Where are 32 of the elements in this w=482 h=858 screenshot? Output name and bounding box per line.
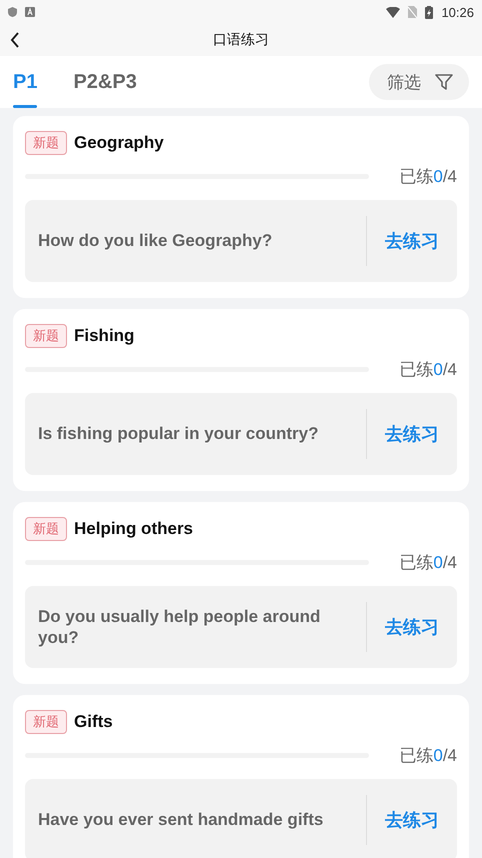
practice-count: 已练0/4 (399, 552, 457, 574)
new-tag: 新题 (25, 710, 67, 734)
battery-icon (425, 6, 434, 18)
new-tag: 新题 (25, 131, 67, 155)
no-sim-icon (408, 6, 418, 18)
practice-count: 已练0/4 (399, 745, 457, 767)
question-text: Have you ever sent handmade gifts (37, 809, 324, 832)
wifi-icon (386, 6, 400, 18)
practice-count: 已练0/4 (399, 359, 457, 381)
practice-button[interactable]: 去练习 (367, 422, 457, 446)
practice-count: 已练0/4 (399, 166, 457, 188)
tab[interactable]: P1 (13, 56, 38, 108)
shield-icon (8, 7, 17, 17)
page-title: 口语练习 (213, 31, 269, 49)
topic-title: Gifts (74, 712, 113, 732)
new-tag: 新题 (25, 324, 67, 348)
new-tag: 新题 (25, 517, 67, 541)
practice-button[interactable]: 去练习 (367, 615, 457, 639)
topic-title: Fishing (74, 326, 134, 346)
question-text: Is fishing popular in your country? (37, 423, 320, 446)
filter-icon (435, 73, 453, 91)
question-text: How do you like Geography? (37, 230, 274, 252)
practice-button[interactable]: 去练习 (367, 229, 457, 253)
topic-title: Geography (74, 133, 164, 153)
back-icon[interactable] (10, 32, 20, 48)
practice-button[interactable]: 去练习 (367, 808, 457, 832)
tab[interactable]: P2&P3 (73, 56, 137, 108)
question-text: Do you usually help people around you? (37, 606, 322, 649)
app-icon (25, 7, 35, 17)
status-time: 10:26 (441, 4, 474, 20)
topic-title: Helping others (74, 519, 194, 539)
filter-button[interactable]: 筛选 (369, 64, 469, 100)
